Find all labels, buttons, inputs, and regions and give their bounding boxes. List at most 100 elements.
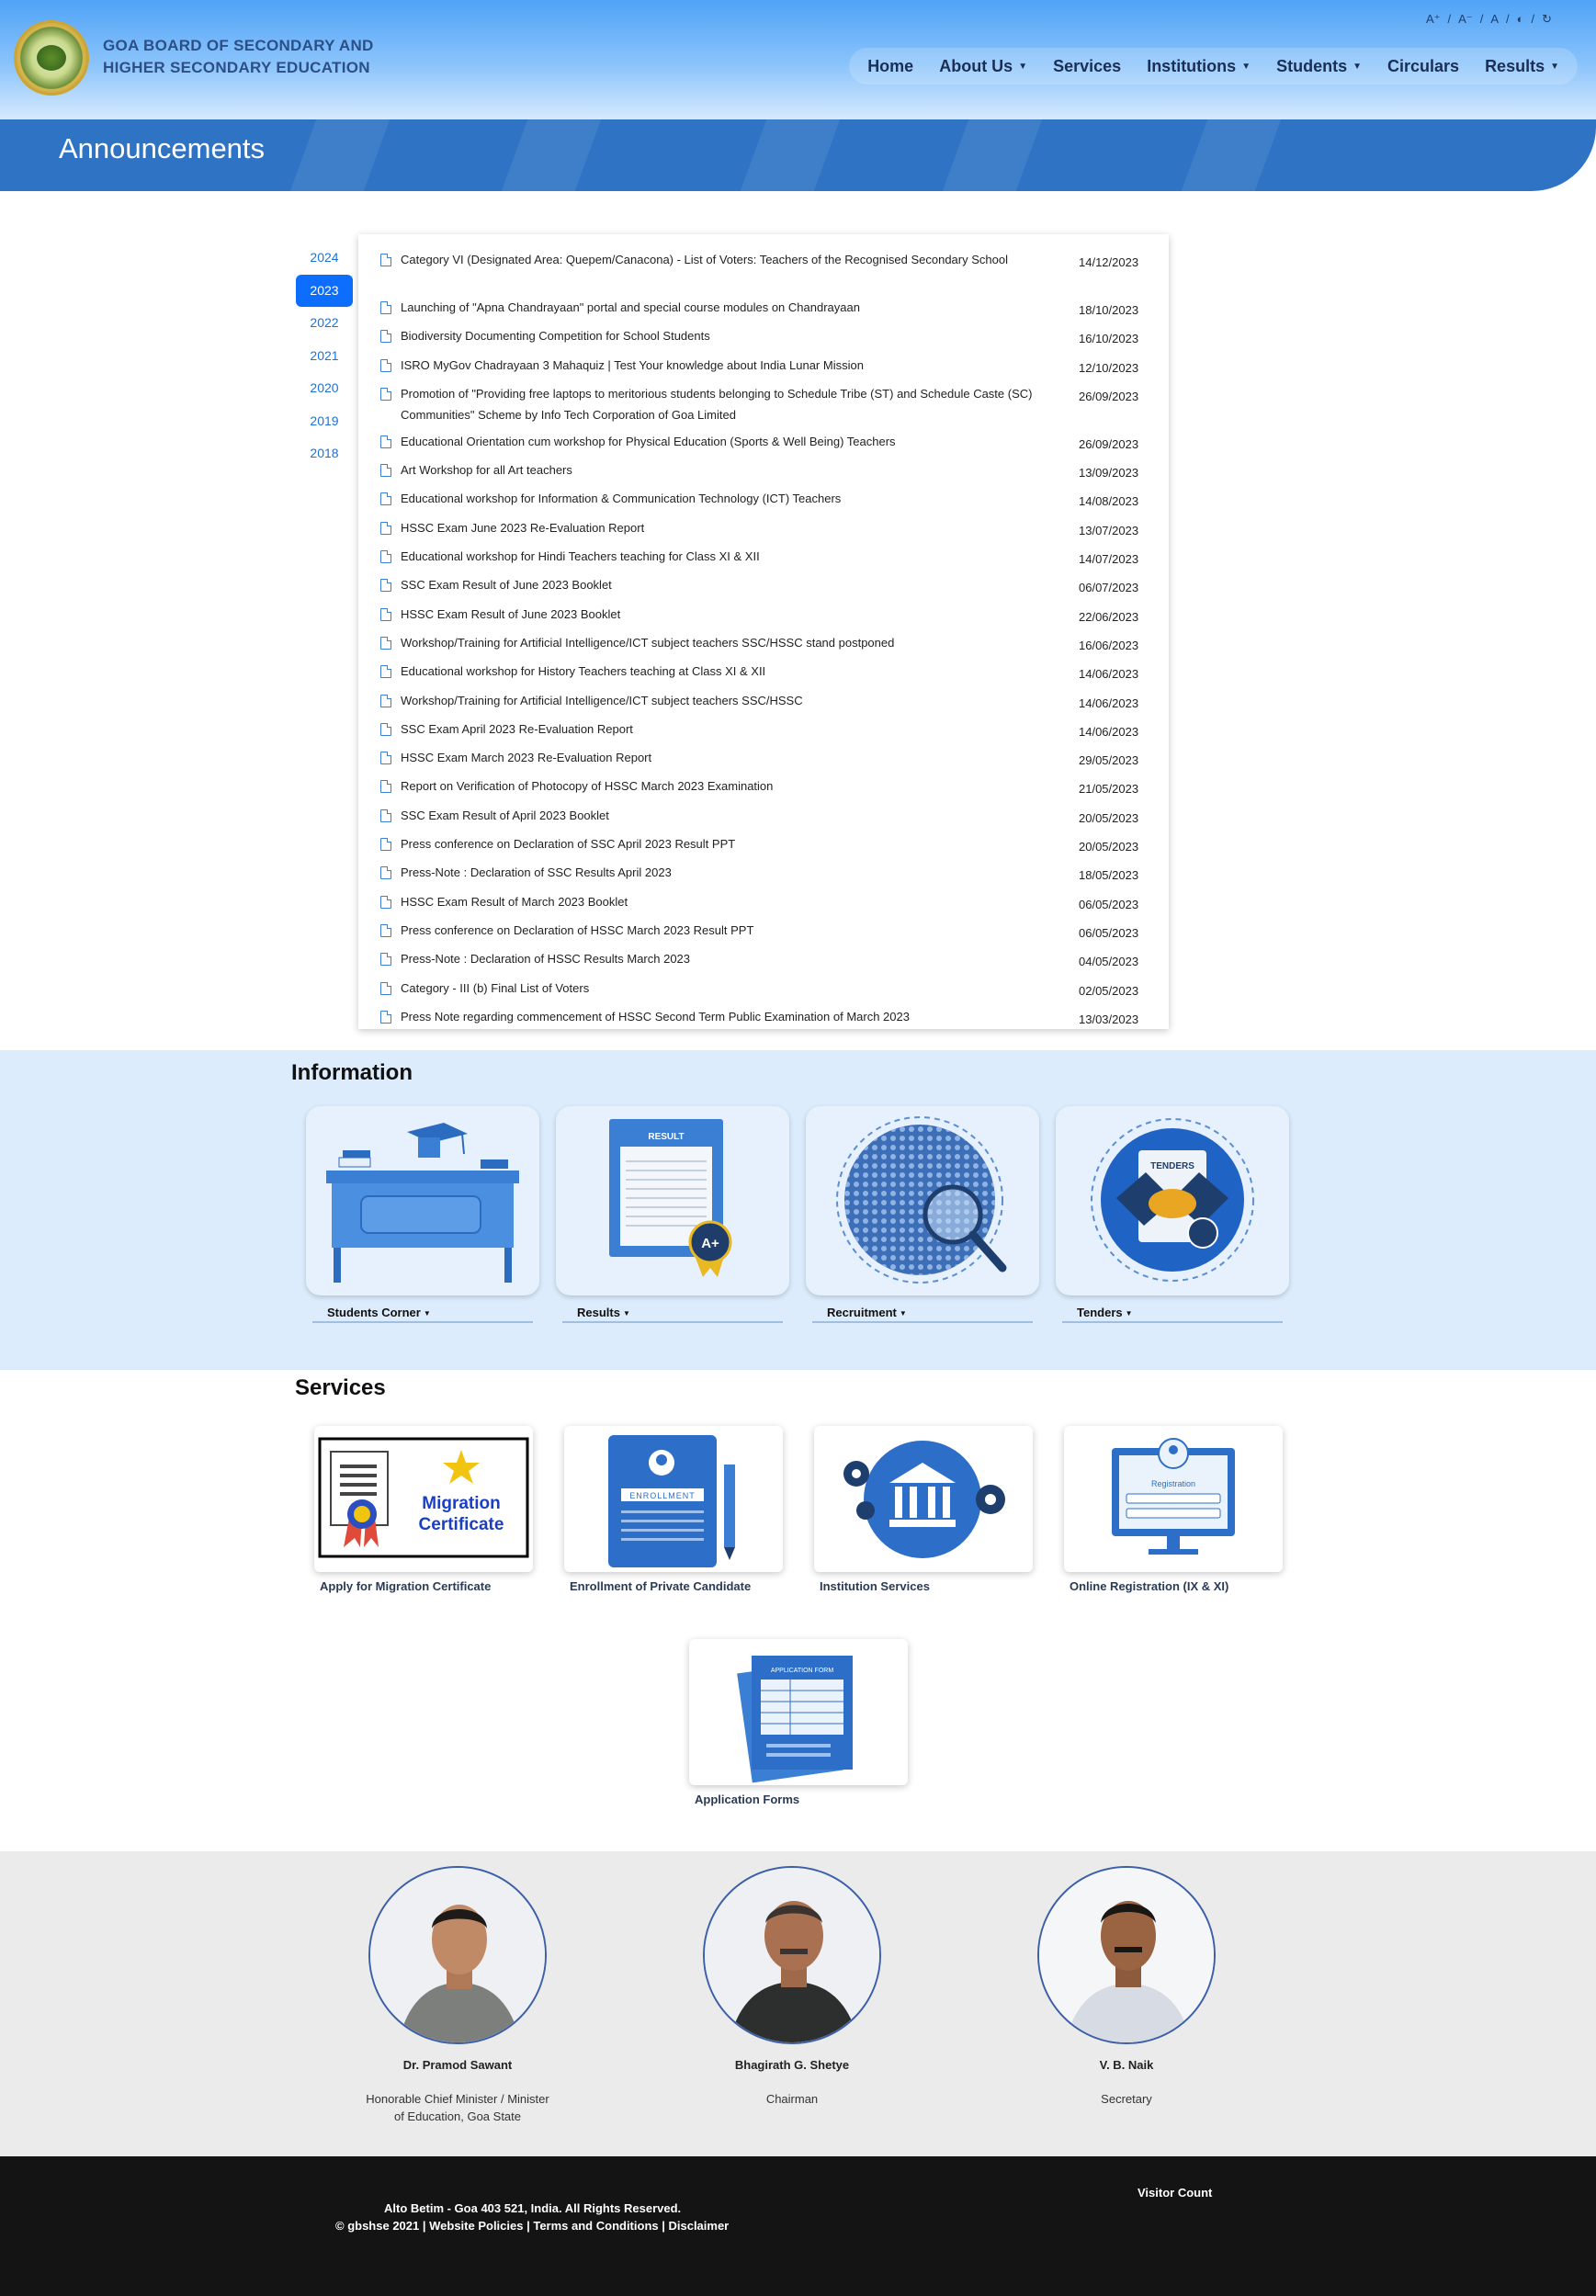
chief-minister-photo: [368, 1866, 547, 2044]
gbshse-logo[interactable]: [14, 20, 89, 96]
announcement-link[interactable]: Educational workshop for Hindi Teachers …: [401, 546, 1079, 567]
document-icon: [380, 550, 391, 564]
announcement-link[interactable]: Educational workshop for History Teacher…: [401, 661, 1079, 682]
enrollment-image-text: ENROLLMENT: [629, 1491, 696, 1500]
announcement-row: SSC Exam Result of April 2023 Booklet 20/…: [380, 805, 1143, 833]
person-name: Bhagirath G. Shetye: [734, 2058, 850, 2072]
announcement-row: Biodiversity Documenting Competition for…: [380, 325, 1143, 354]
font-increase-button[interactable]: A⁺: [1426, 12, 1441, 27]
year-tab-2018[interactable]: 2018: [296, 437, 353, 470]
document-icon: [380, 722, 391, 736]
results-dropdown[interactable]: Results ▼: [562, 1295, 783, 1323]
terms-link[interactable]: Terms and Conditions: [533, 2219, 658, 2233]
enrollment-label[interactable]: Enrollment of Private Candidate: [570, 1579, 751, 1593]
nav-about-us[interactable]: About Us ▼: [926, 57, 1040, 76]
year-tab-2022[interactable]: 2022: [296, 307, 353, 340]
banner-stripe: [289, 119, 391, 191]
announcement-link[interactable]: Launching of "Apna Chandrayaan" portal a…: [401, 297, 1079, 318]
announcement-link[interactable]: HSSC Exam June 2023 Re-Evaluation Report: [401, 517, 1079, 538]
announcement-link[interactable]: Press conference on Declaration of SSC A…: [401, 833, 1079, 854]
institution-services-label[interactable]: Institution Services: [820, 1579, 930, 1593]
year-tab-2020[interactable]: 2020: [296, 372, 353, 405]
website-policies-link[interactable]: Website Policies: [429, 2219, 523, 2233]
announcement-link[interactable]: Category VI (Designated Area: Quepem/Can…: [401, 249, 1079, 270]
year-tab-2021[interactable]: 2021: [296, 340, 353, 373]
results-card[interactable]: RESULT A+: [556, 1106, 789, 1295]
students-corner-card[interactable]: [306, 1106, 539, 1295]
enrollment-card[interactable]: ENROLLMENT: [564, 1426, 783, 1572]
online-registration-card[interactable]: Registration: [1064, 1426, 1283, 1572]
information-section: [0, 1050, 1596, 1370]
announcement-row: Educational Orientation cum workshop for…: [380, 431, 1143, 459]
announcement-link[interactable]: Category - III (b) Final List of Voters: [401, 978, 1079, 999]
announcement-link[interactable]: Promotion of "Providing free laptops to …: [401, 383, 1079, 425]
tenders-card[interactable]: TENDERS: [1056, 1106, 1289, 1295]
announcement-link[interactable]: Press-Note : Declaration of SSC Results …: [401, 862, 1079, 883]
announcement-link[interactable]: SSC Exam April 2023 Re-Evaluation Report: [401, 718, 1079, 740]
announcement-date: 20/05/2023: [1079, 840, 1139, 854]
announcement-link[interactable]: HSSC Exam Result of March 2023 Booklet: [401, 891, 1079, 912]
announcement-row: SSC Exam April 2023 Re-Evaluation Report…: [380, 718, 1143, 747]
announcement-link[interactable]: ISRO MyGov Chadrayaan 3 Mahaquiz | Test …: [401, 355, 1079, 376]
footer-links: © gbshse 2021 | Website Policies | Terms…: [335, 2219, 730, 2233]
application-forms-label[interactable]: Application Forms: [695, 1793, 799, 1806]
nav-services[interactable]: Services: [1040, 57, 1134, 76]
institution-services-card[interactable]: [814, 1426, 1033, 1572]
caret-down-icon: ▼: [1550, 62, 1559, 73]
org-name-line1: GOA BOARD OF SECONDARY AND: [103, 37, 374, 54]
announcement-link[interactable]: Workshop/Training for Artificial Intelli…: [401, 632, 1079, 653]
announcement-link[interactable]: Educational workshop for Information & C…: [401, 488, 1079, 509]
recruitment-card[interactable]: [806, 1106, 1039, 1295]
announcement-row: Category - III (b) Final List of Voters 0…: [380, 978, 1143, 1006]
application-forms-card[interactable]: APPLICATION FORM: [689, 1639, 908, 1785]
announcement-date: 06/05/2023: [1079, 925, 1139, 940]
announcement-link[interactable]: Educational Orientation cum workshop for…: [401, 431, 1079, 452]
tenders-dropdown[interactable]: Tenders ▼: [1062, 1295, 1283, 1323]
announcement-link[interactable]: Report on Verification of Photocopy of H…: [401, 775, 1079, 797]
caret-down-icon: ▼: [1018, 62, 1028, 73]
announcement-link[interactable]: Art Workshop for all Art teachers: [401, 459, 1079, 481]
announcement-link[interactable]: Workshop/Training for Artificial Intelli…: [401, 690, 1079, 711]
document-icon: [380, 358, 391, 372]
online-registration-label[interactable]: Online Registration (IX & XI): [1070, 1579, 1228, 1593]
reset-icon[interactable]: ↻: [1542, 12, 1552, 27]
announcement-link[interactable]: SSC Exam Result of June 2023 Booklet: [401, 574, 1079, 595]
announcement-link[interactable]: Biodiversity Documenting Competition for…: [401, 325, 1079, 346]
announcement-date: 26/09/2023: [1079, 389, 1139, 403]
site-header: GOA BOARD OF SECONDARY AND HIGHER SECOND…: [0, 0, 1596, 119]
announcement-link[interactable]: SSC Exam Result of April 2023 Booklet: [401, 805, 1079, 826]
announcement-row: Art Workshop for all Art teachers 13/09/2…: [380, 459, 1143, 488]
nav-results[interactable]: Results ▼: [1472, 57, 1572, 76]
student-desk-icon: [326, 1123, 519, 1283]
secretary-photo: [1037, 1866, 1216, 2044]
recruitment-dropdown[interactable]: Recruitment ▼: [812, 1295, 1033, 1323]
announcement-link[interactable]: Press conference on Declaration of HSSC …: [401, 920, 1079, 941]
announcement-link[interactable]: Press-Note : Declaration of HSSC Results…: [401, 948, 1079, 969]
contrast-icon[interactable]: ◐: [1517, 12, 1524, 27]
application-form-icon: APPLICATION FORM: [737, 1656, 853, 1783]
nav-home[interactable]: Home: [855, 57, 926, 76]
students-corner-dropdown[interactable]: Students Corner ▼: [312, 1295, 533, 1323]
announcement-link[interactable]: HSSC Exam March 2023 Re-Evaluation Repor…: [401, 747, 1079, 768]
nav-students[interactable]: Students ▼: [1263, 57, 1375, 76]
announcement-row: Launching of "Apna Chandrayaan" portal a…: [380, 297, 1143, 325]
migration-certificate-label[interactable]: Apply for Migration Certificate: [320, 1579, 491, 1593]
year-tab-2019[interactable]: 2019: [296, 405, 353, 438]
nav-institutions[interactable]: Institutions ▼: [1134, 57, 1263, 76]
announcement-date: 14/08/2023: [1079, 494, 1139, 509]
document-icon: [380, 665, 391, 679]
announcement-date: 14/06/2023: [1079, 696, 1139, 710]
font-reset-button[interactable]: A: [1490, 12, 1499, 27]
migration-certificate-card[interactable]: Migration Certificate: [314, 1426, 533, 1572]
caret-down-icon: ▼: [1353, 62, 1363, 73]
font-decrease-button[interactable]: A⁻: [1458, 12, 1473, 27]
disclaimer-link[interactable]: Disclaimer: [668, 2219, 729, 2233]
nav-circulars[interactable]: Circulars: [1375, 57, 1472, 76]
announcement-date: 18/05/2023: [1079, 868, 1139, 883]
announcement-link[interactable]: Press Note regarding commencement of HSS…: [401, 1006, 1079, 1027]
registration-monitor-icon: Registration: [1112, 1438, 1235, 1555]
person-role: Honorable Chief Minister / Minister of E…: [366, 2092, 549, 2123]
announcement-link[interactable]: HSSC Exam Result of June 2023 Booklet: [401, 604, 1079, 625]
year-tab-2024[interactable]: 2024: [296, 242, 353, 275]
year-tab-2023[interactable]: 2023: [296, 274, 353, 307]
